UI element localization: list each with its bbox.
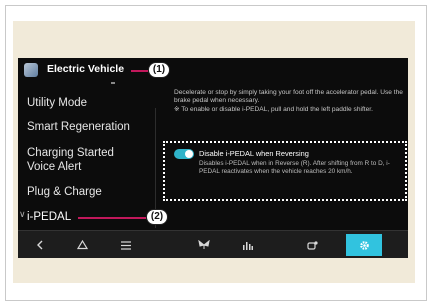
media-button[interactable] [230,231,266,258]
option-description: Disables i-PEDAL when in Reverse (R). Af… [199,160,390,175]
menu-item-charging-voice-alert[interactable]: Charging Started Voice Alert [27,146,137,174]
menu-item-smart-regeneration[interactable]: Smart Regeneration [27,120,130,134]
back-button[interactable] [22,231,58,258]
car-icon [24,63,38,77]
option-label: Disable i-PEDAL when Reversing [199,149,309,158]
callout-2: (2) [146,209,168,225]
toggle-knob [185,150,193,158]
climate-button[interactable] [186,231,222,258]
equalizer-icon [243,241,253,250]
bottom-navigation-bar [18,230,408,258]
fan-icon [198,240,210,249]
scroll-indicator [111,82,115,84]
callout-1-line [131,70,148,72]
menu-item-plug-and-charge[interactable]: Plug & Charge [27,185,102,199]
gear-icon [359,240,369,250]
car-settings-icon [306,240,318,250]
menu-icon [121,240,131,250]
page-title: Electric Vehicle [47,63,125,75]
vehicle-button[interactable] [294,231,330,258]
chevron-down-icon: ∨ [19,209,26,219]
i-pedal-description: Decelerate or stop by simply taking your… [174,89,404,114]
menu-button[interactable] [108,231,144,258]
option-highlight: Disable i-PEDAL when Reversing Disables … [163,141,407,201]
home-button[interactable] [64,231,100,258]
menu-item-utility-mode[interactable]: Utility Mode [27,96,87,110]
callout-1: (1) [148,62,170,78]
description-note: ※ To enable or disable i-PEDAL, pull and… [174,105,373,113]
disable-reversing-toggle[interactable] [174,149,194,159]
description-text: Decelerate or stop by simply taking your… [174,89,403,105]
settings-button[interactable] [346,234,382,256]
callout-2-line [78,217,146,219]
back-icon [37,240,43,250]
infotainment-screen: Electric Vehicle Utility Mode Smart Rege… [18,58,408,258]
menu-item-i-pedal[interactable]: i-PEDAL [27,210,71,224]
home-icon [76,240,88,250]
